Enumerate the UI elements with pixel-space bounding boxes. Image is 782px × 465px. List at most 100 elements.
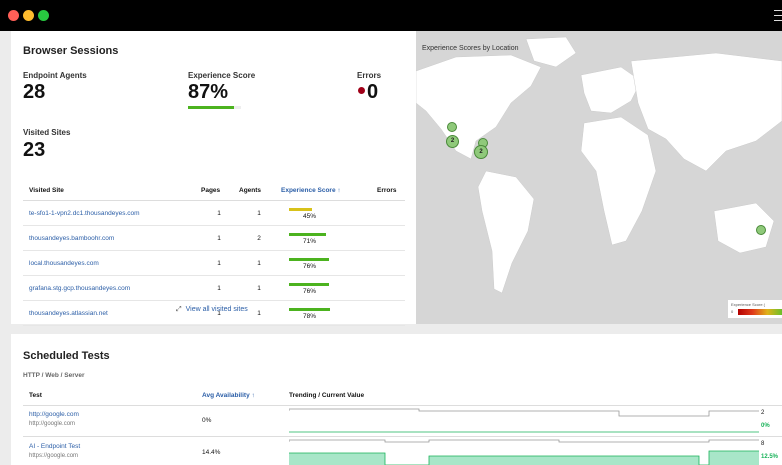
- test-current-value: 0%: [761, 423, 770, 429]
- experience-score-text: 45%: [303, 213, 317, 220]
- agents-count: 1: [238, 200, 280, 226]
- errors-count: [376, 275, 405, 301]
- scheduled-tests-title: Scheduled Tests: [23, 350, 110, 362]
- visited-sites-value: 23: [23, 139, 46, 161]
- view-all-sites-label: View all visited sites: [185, 306, 248, 313]
- visited-site-link[interactable]: thousandeyes.bamboohr.com: [23, 225, 200, 251]
- test-url: https://google.com: [29, 453, 79, 459]
- experience-score-bar: [289, 307, 341, 311]
- experience-score-bar-fill: [289, 207, 313, 211]
- visited-site-link[interactable]: te-sfo1-1-vpn2.dc1.thousandeyes.com: [23, 200, 200, 226]
- legend-title: Experience Score (: [731, 302, 766, 307]
- experience-score-cell: 71%: [280, 225, 376, 251]
- pages-count: 1: [200, 250, 238, 276]
- column-pages[interactable]: Pages: [200, 180, 238, 201]
- column-errors[interactable]: Errors: [376, 180, 405, 201]
- errors-count: [376, 250, 405, 276]
- avg-availability-label: Avg Availability: [202, 392, 250, 399]
- experience-score-text: 78%: [303, 313, 317, 320]
- visited-site-link[interactable]: local.thousandeyes.com: [23, 250, 200, 276]
- visited-site-link[interactable]: thousandeyes.atlassian.net: [23, 300, 200, 326]
- scheduled-tests-panel: Scheduled Tests HTTP / Web / Server Test…: [11, 334, 782, 465]
- pages-count: 1: [200, 225, 238, 251]
- test-current-count: 8: [761, 441, 765, 447]
- test-name-link[interactable]: http://google.com: [29, 411, 79, 418]
- test-current-value: 12.5%: [761, 454, 779, 460]
- endpoint-agents-value: 28: [23, 81, 46, 103]
- experience-score-cell: 45%: [280, 200, 376, 226]
- experience-score-bar: [289, 232, 341, 236]
- errors-label: Errors: [357, 71, 382, 80]
- sort-up-arrow-icon: ↑: [251, 392, 255, 399]
- endpoint-agents-label: Endpoint Agents: [23, 71, 87, 80]
- experience-score-legend: Experience Score ( 0: [728, 300, 782, 318]
- experience-score-bar: [289, 282, 341, 286]
- errors-count: [376, 225, 405, 251]
- location-cluster-marker[interactable]: 2: [474, 145, 488, 159]
- pages-count: 1: [200, 275, 238, 301]
- browser-sessions-panel: Browser Sessions Endpoint Agents 28 Expe…: [11, 31, 416, 326]
- test-url: http://google.com: [29, 421, 76, 427]
- table-row[interactable]: local.thousandeyes.com 1 1 76%: [23, 250, 405, 276]
- column-agents[interactable]: Agents: [238, 180, 280, 201]
- close-window-button[interactable]: [8, 10, 19, 21]
- experience-score-text: 76%: [303, 263, 317, 270]
- view-all-sites-link[interactable]: ⤢ View all visited sites: [176, 306, 248, 314]
- header-divider: [23, 405, 782, 406]
- column-visited-site[interactable]: Visited Site: [23, 180, 200, 201]
- errors-value: 0: [367, 81, 379, 103]
- column-avg-availability[interactable]: Avg Availability ↑: [202, 392, 255, 399]
- experience-score-text: 76%: [303, 288, 317, 295]
- error-status-dot: [358, 87, 365, 94]
- window-titlebar: [0, 0, 782, 31]
- test-type-subtitle: HTTP / Web / Server: [23, 372, 85, 379]
- column-experience-score[interactable]: Experience Score ↑: [280, 180, 376, 201]
- location-marker[interactable]: [447, 122, 457, 132]
- table-row[interactable]: te-sfo1-1-vpn2.dc1.thousandeyes.com 1 1 45%: [23, 200, 405, 226]
- experience-score-cell: 76%: [280, 250, 376, 276]
- experience-score-bar-fill: [188, 106, 235, 109]
- errors-count: [376, 200, 405, 226]
- table-row[interactable]: grafana.stg.gcp.thousandeyes.com 1 1 76%: [23, 275, 405, 301]
- map-panel[interactable]: Experience Scores by Location 2 2 Experi…: [416, 31, 782, 324]
- location-cluster-marker[interactable]: 2: [446, 135, 459, 148]
- column-test[interactable]: Test: [29, 392, 42, 399]
- experience-score-bar-fill: [289, 232, 326, 236]
- errors-count: [376, 300, 405, 326]
- trend-sparkline: [289, 439, 759, 465]
- column-trending: Trending / Current Value: [289, 392, 365, 399]
- location-marker[interactable]: [756, 225, 766, 235]
- experience-score-label: Experience Score: [188, 71, 256, 80]
- test-availability: 0%: [202, 417, 212, 424]
- experience-score-text: 71%: [303, 238, 317, 245]
- test-current-count: 2: [761, 410, 765, 416]
- visited-sites-label: Visited Sites: [23, 128, 71, 137]
- visited-sites-table: Visited Site Pages Agents Experience Sco…: [23, 180, 405, 326]
- test-name-link[interactable]: AI - Endpoint Test: [29, 443, 80, 450]
- sort-up-arrow-icon: ↑: [337, 186, 341, 194]
- expand-arrows-icon: ⤢: [176, 306, 182, 313]
- table-header-row: Visited Site Pages Agents Experience Sco…: [23, 180, 405, 201]
- pages-count: 1: [200, 200, 238, 226]
- hamburger-menu-icon[interactable]: [774, 10, 782, 21]
- experience-score-bar-fill: [289, 282, 329, 286]
- map-title: Experience Scores by Location: [422, 45, 519, 52]
- browser-sessions-title: Browser Sessions: [23, 45, 119, 57]
- table-row[interactable]: thousandeyes.bamboohr.com 1 2 71%: [23, 225, 405, 251]
- test-availability: 14.4%: [202, 449, 221, 456]
- experience-score-cell: 76%: [280, 275, 376, 301]
- experience-score-bar: [289, 257, 341, 261]
- experience-score-cell: 78%: [280, 300, 376, 326]
- experience-score-bar: [188, 106, 241, 109]
- experience-score-bar-fill: [289, 307, 330, 311]
- world-map: [416, 36, 782, 294]
- maximize-window-button[interactable]: [38, 10, 49, 21]
- agents-count: 1: [238, 250, 280, 276]
- minimize-window-button[interactable]: [23, 10, 34, 21]
- agents-count: 2: [238, 225, 280, 251]
- trend-sparkline: [289, 408, 759, 433]
- agents-count: 1: [238, 275, 280, 301]
- experience-score-sort-label: Experience Score: [281, 186, 336, 194]
- experience-score-bar: [289, 207, 341, 211]
- visited-site-link[interactable]: grafana.stg.gcp.thousandeyes.com: [23, 275, 200, 301]
